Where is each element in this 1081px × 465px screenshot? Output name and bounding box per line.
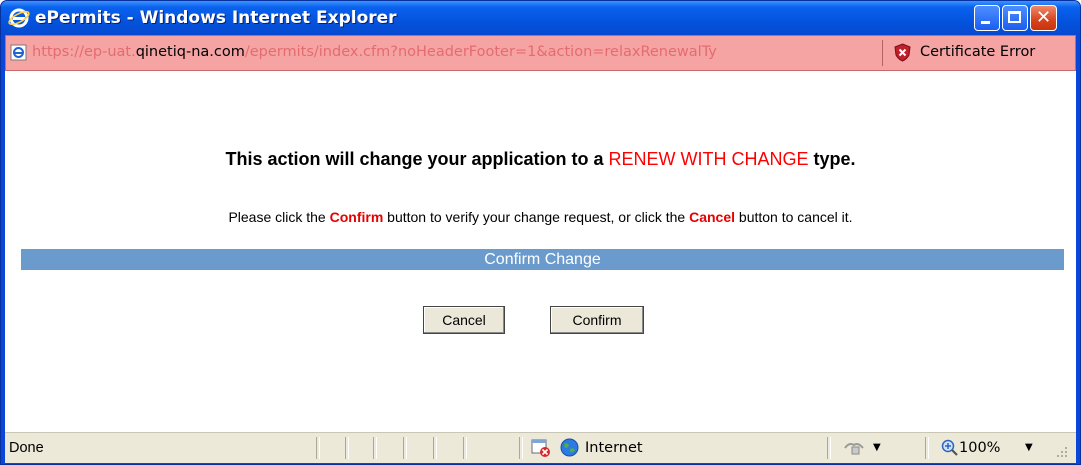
headline-text: This action will change your application… (225, 149, 609, 169)
confirm-button[interactable]: Confirm (550, 306, 644, 334)
maximize-button[interactable] (1002, 5, 1028, 31)
protected-mode-icon[interactable] (843, 439, 865, 457)
close-button[interactable]: ✕ (1030, 5, 1057, 31)
status-divider (433, 437, 437, 459)
url-prefix: https://ep-uat. (32, 44, 136, 60)
page-headline: This action will change your application… (5, 149, 1076, 170)
shield-x-icon[interactable] (893, 43, 912, 62)
address-separator (882, 40, 883, 66)
status-divider (925, 437, 929, 459)
address-bar[interactable]: https://ep-uat.qinetiq-na.com/epermits/i… (5, 35, 1076, 71)
status-divider (403, 437, 407, 459)
status-divider (345, 437, 349, 459)
minimize-icon (981, 21, 990, 24)
page-content: This action will change your application… (5, 71, 1076, 432)
status-divider (316, 437, 320, 459)
instruction-confirm-word: Confirm (329, 209, 384, 225)
zoom-icon[interactable] (941, 439, 958, 456)
resize-grip-icon[interactable] (1051, 441, 1069, 459)
status-divider (827, 437, 831, 459)
url-path: /epermits/index.cfm?noHeaderFooter=1&act… (244, 44, 717, 60)
headline-text-end: type. (808, 149, 856, 169)
window-title: ePermits - Windows Internet Explorer (35, 8, 397, 28)
close-icon: ✕ (1035, 7, 1052, 28)
instruction-mid: button to verify your change request, or… (383, 209, 690, 225)
title-bar[interactable]: ePermits - Windows Internet Explorer ✕ (1, 1, 1080, 35)
certificate-error-label[interactable]: Certificate Error (920, 44, 1035, 60)
instruction-cancel-word: Cancel (689, 209, 736, 225)
status-bar: Done Internet ▼ 100% ▼ (5, 432, 1076, 463)
status-divider (373, 437, 377, 459)
status-divider (463, 437, 467, 459)
zoom-level[interactable]: 100% (959, 440, 1000, 456)
url-field[interactable]: https://ep-uat.qinetiq-na.com/epermits/i… (32, 44, 884, 64)
cancel-button[interactable]: Cancel (423, 306, 505, 334)
ie-window: ePermits - Windows Internet Explorer ✕ h… (0, 0, 1081, 465)
instruction-post: button to cancel it. (735, 209, 853, 225)
minimize-button[interactable] (974, 5, 1000, 31)
instruction-text: Please click the Confirm button to verif… (5, 209, 1076, 225)
globe-icon (560, 438, 579, 457)
chevron-down-icon[interactable]: ▼ (873, 442, 881, 453)
security-zone-label: Internet (585, 440, 643, 456)
url-host: qinetiq-na.com (135, 44, 245, 60)
confirm-change-header: Confirm Change (21, 249, 1064, 270)
blocked-page-icon[interactable] (531, 438, 551, 458)
renew-type-highlight: RENEW WITH CHANGE (608, 149, 809, 169)
instruction-pre: Please click the (228, 209, 330, 225)
status-text: Done (9, 440, 44, 456)
maximize-icon (1008, 11, 1021, 23)
status-divider (519, 437, 523, 459)
ie-page-icon (10, 44, 27, 61)
ie-logo-icon (8, 8, 30, 28)
chevron-down-icon[interactable]: ▼ (1025, 442, 1033, 453)
